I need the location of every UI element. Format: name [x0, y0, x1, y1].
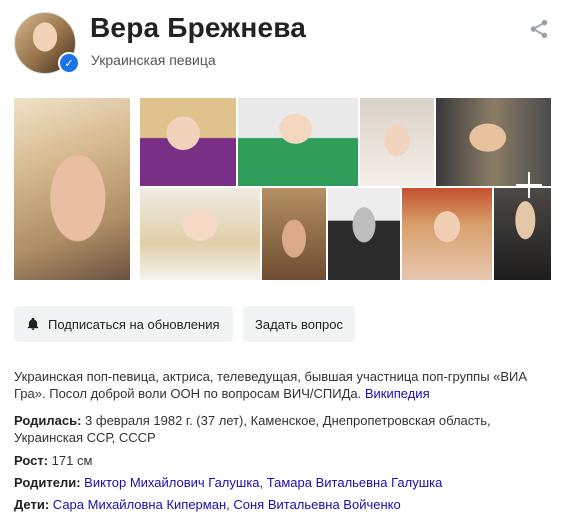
- gallery-image[interactable]: [140, 188, 260, 280]
- page-title: Вера Брежнева: [90, 12, 307, 43]
- parent-link[interactable]: Тамара Витальевна Галушка: [267, 475, 443, 490]
- wikipedia-link[interactable]: Википедия: [365, 386, 430, 401]
- gallery-image[interactable]: [494, 188, 551, 280]
- plus-icon[interactable]: [516, 172, 542, 198]
- description-text: Украинская поп-певица, актриса, телеведу…: [14, 369, 528, 401]
- child-link[interactable]: Сара Михайловна Киперман: [53, 497, 226, 512]
- gallery-image[interactable]: [402, 188, 492, 280]
- parent-link[interactable]: Виктор Михайлович Галушка: [84, 475, 259, 490]
- page-subtitle: Украинская певица: [91, 52, 216, 68]
- description: Украинская поп-певица, актриса, телеведу…: [14, 368, 544, 402]
- avatar[interactable]: ✓: [14, 12, 80, 74]
- subscribe-button-label: Подписаться на обновления: [48, 316, 220, 332]
- fact-label: Дети:: [14, 497, 50, 512]
- child-link[interactable]: Соня Витальевна Войченко: [233, 497, 400, 512]
- fact-label: Родилась:: [14, 413, 82, 428]
- fact-height: Рост: 171 см: [14, 452, 544, 469]
- fact-born: Родилась: 3 февраля 1982 г. (37 лет), Ка…: [14, 412, 544, 446]
- main-photo[interactable]: [14, 98, 130, 280]
- gallery-image[interactable]: [328, 188, 400, 280]
- gallery-image[interactable]: [262, 188, 326, 280]
- verified-check-icon: ✓: [58, 52, 80, 74]
- gallery-image[interactable]: [140, 98, 236, 186]
- knowledge-panel: ✓ Вера Брежнева Украинская певица Подпис…: [0, 0, 569, 523]
- share-icon[interactable]: [528, 18, 550, 40]
- fact-value: 171 см: [51, 453, 93, 468]
- ask-question-button[interactable]: Задать вопрос: [243, 306, 355, 342]
- ask-question-button-label: Задать вопрос: [255, 316, 343, 332]
- subscribe-button[interactable]: Подписаться на обновления: [14, 306, 233, 342]
- fact-label: Рост:: [14, 453, 49, 468]
- fact-label: Родители:: [14, 475, 81, 490]
- fact-value: 3 февраля 1982 г. (37 лет), Каменское, Д…: [14, 413, 491, 445]
- fact-parents: Родители: Виктор Михайлович Галушка, Там…: [14, 475, 443, 490]
- gallery-image[interactable]: [360, 98, 434, 186]
- bell-icon: [27, 317, 39, 330]
- fact-children: Дети: Сара Михайловна Киперман, Соня Вит…: [14, 497, 401, 512]
- gallery-image[interactable]: [238, 98, 358, 186]
